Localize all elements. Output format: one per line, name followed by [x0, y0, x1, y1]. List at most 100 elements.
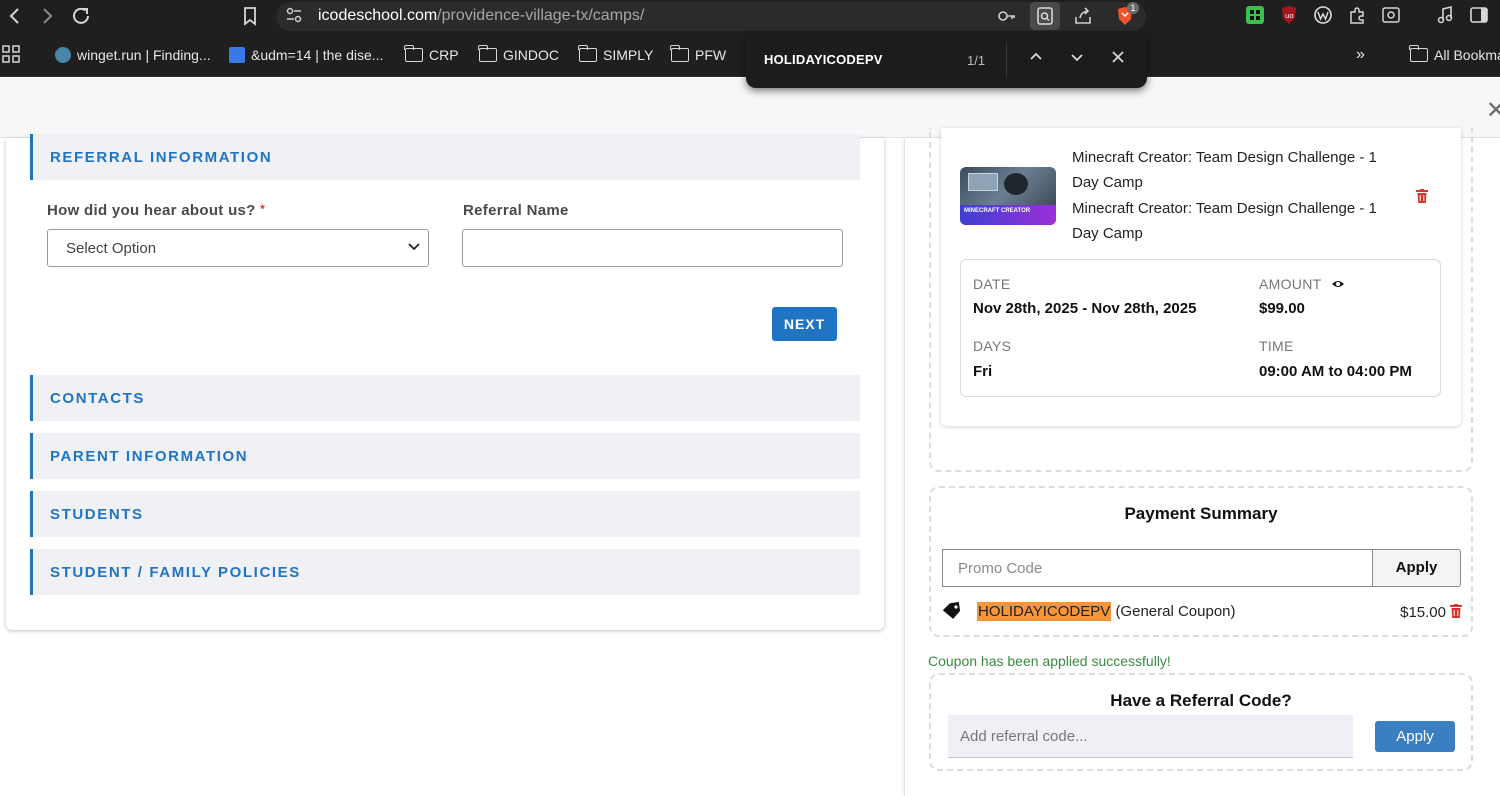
registration-form: REFERRAL INFORMATION How did you hear ab…: [6, 134, 884, 630]
chevron-down-icon: [408, 243, 420, 251]
cart-item: MINECRAFT CREATOR Minecraft Creator: Tea…: [941, 128, 1461, 426]
browser-toolbar: icodeschool.com/providence-village-tx/ca…: [0, 0, 1500, 33]
bookmark-label: GINDOC: [503, 47, 559, 63]
coupon-amount: $15.00: [1400, 604, 1446, 621]
referral-code-title: Have a Referral Code?: [1110, 691, 1292, 710]
payment-summary: Payment Summary Promo Code Apply HOLIDAY…: [929, 486, 1473, 637]
remove-coupon-icon[interactable]: [1450, 604, 1462, 618]
svg-text:uo: uo: [1285, 12, 1294, 20]
thumbnail-caption: MINECRAFT CREATOR: [964, 208, 1031, 214]
share-icon[interactable]: [1072, 5, 1094, 27]
coupon-success-message: Coupon has been applied successfully!: [928, 653, 1171, 669]
folder-icon: [404, 45, 423, 62]
site-settings-icon[interactable]: [283, 5, 305, 27]
close-icon[interactable]: ✕: [1486, 96, 1500, 125]
applied-coupon-row: HOLIDAYICODEPV (General Coupon) $15.00: [942, 601, 1464, 623]
bookmark-label: SIMPLY: [603, 47, 654, 63]
coupon-type: (General Coupon): [1115, 603, 1236, 620]
time-value: 09:00 AM to 04:00 PM: [1259, 363, 1412, 380]
section-students[interactable]: STUDENTS: [30, 491, 860, 537]
reload-icon[interactable]: [69, 4, 93, 28]
referral-name-input[interactable]: [462, 229, 843, 267]
section-student-family-policies[interactable]: STUDENT / FAMILY POLICIES: [30, 549, 860, 595]
find-bar: HOLIDAYICODEPV 1/1: [746, 33, 1147, 88]
bookmark-folder-pfw[interactable]: PFW: [670, 45, 727, 65]
section-title: PARENT INFORMATION: [50, 448, 249, 465]
extensions-puzzle-icon[interactable]: [1346, 5, 1368, 27]
sidebar-toggle-icon[interactable]: [1468, 5, 1490, 27]
folder-icon: [1409, 45, 1428, 62]
find-close-icon[interactable]: [1107, 49, 1129, 71]
media-music-icon[interactable]: [1434, 5, 1456, 27]
section-title: STUDENT / FAMILY POLICIES: [50, 564, 301, 581]
item-title: Minecraft Creator: Team Design Challenge…: [1072, 149, 1377, 191]
amount-label-text: AMOUNT: [1259, 276, 1322, 292]
bookmark-label: &udm=14 | the dise...: [251, 47, 384, 63]
udm-favicon-icon: [229, 47, 245, 63]
referral-code-box: Have a Referral Code? Add referral code.…: [929, 673, 1473, 771]
bookmark-page-icon[interactable]: [238, 4, 262, 28]
bookmark-label: All Bookma: [1434, 47, 1500, 63]
eye-icon[interactable]: [1331, 279, 1345, 289]
brave-shield-icon[interactable]: 1: [1114, 2, 1139, 27]
select-value: Select Option: [66, 240, 157, 257]
promo-code-input[interactable]: Promo Code: [942, 549, 1372, 587]
referral-code-input[interactable]: Add referral code...: [948, 715, 1353, 758]
bookmark-label: PFW: [695, 47, 727, 63]
referral-placeholder: Add referral code...: [960, 728, 1088, 745]
bookmark-folder-simply[interactable]: SIMPLY: [578, 45, 654, 65]
bookmark-udm[interactable]: &udm=14 | the dise...: [229, 45, 383, 65]
section-referral-information[interactable]: REFERRAL INFORMATION: [30, 134, 860, 180]
overflow-chevron-icon: »: [1356, 46, 1365, 63]
section-title: REFERRAL INFORMATION: [50, 149, 273, 166]
key-icon[interactable]: [996, 5, 1018, 27]
ublock-icon[interactable]: uo: [1278, 5, 1300, 27]
item-details: DATE Nov 28th, 2025 - Nov 28th, 2025 AMO…: [960, 259, 1441, 397]
bookmarks-overflow-button[interactable]: »: [1356, 45, 1365, 65]
time-label: TIME: [1259, 338, 1294, 354]
item-subtitle: Minecraft Creator: Team Design Challenge…: [1072, 200, 1377, 242]
bookmark-winget[interactable]: winget.run | Finding...: [55, 45, 211, 65]
hear-about-us-text: How did you hear about us?: [47, 202, 256, 219]
tag-icon: [942, 602, 961, 619]
bookmark-folder-gindoc[interactable]: GINDOC: [478, 45, 559, 65]
url-path: /providence-village-tx/camps/: [437, 7, 645, 24]
days-value: Fri: [973, 363, 993, 380]
folder-icon: [478, 45, 497, 62]
promo-placeholder: Promo Code: [958, 560, 1043, 577]
section-title: CONTACTS: [50, 390, 146, 407]
find-previous-icon[interactable]: [1025, 49, 1047, 71]
find-input[interactable]: HOLIDAYICODEPV: [764, 52, 883, 67]
folder-icon: [670, 45, 689, 62]
hear-about-us-select[interactable]: Select Option: [47, 229, 429, 267]
referral-name-label: Referral Name: [463, 202, 569, 219]
payment-summary-title: Payment Summary: [1124, 504, 1278, 523]
section-contacts[interactable]: CONTACTS: [30, 375, 860, 421]
find-in-page-icon[interactable]: [1030, 2, 1060, 30]
delete-item-icon[interactable]: [1416, 189, 1428, 203]
bookmark-label: CRP: [429, 47, 459, 63]
bookmark-folder-crp[interactable]: CRP: [404, 45, 459, 65]
folder-icon: [578, 45, 597, 62]
bookmark-label: winget.run | Finding...: [77, 47, 211, 63]
extension-green-icon[interactable]: [1244, 5, 1266, 27]
promo-apply-button[interactable]: Apply: [1372, 549, 1461, 587]
next-button[interactable]: NEXT: [772, 307, 837, 341]
forward-icon[interactable]: [35, 4, 59, 28]
url-text[interactable]: icodeschool.com/providence-village-tx/ca…: [318, 7, 644, 25]
find-next-icon[interactable]: [1066, 49, 1088, 71]
winget-favicon-icon: [55, 47, 71, 63]
section-parent-information[interactable]: PARENT INFORMATION: [30, 433, 860, 479]
all-bookmarks-button[interactable]: All Bookma: [1409, 45, 1500, 65]
apps-grid-icon[interactable]: [1, 44, 21, 64]
days-label: DAYS: [973, 338, 1012, 354]
coupon-text: HOLIDAYICODEPV (General Coupon): [977, 602, 1236, 621]
amount-value: $99.00: [1259, 300, 1305, 317]
referral-apply-button[interactable]: Apply: [1375, 721, 1455, 752]
page-search-icon[interactable]: [1380, 5, 1402, 27]
back-icon[interactable]: [3, 4, 27, 28]
coupon-code: HOLIDAYICODEPV: [977, 602, 1112, 621]
wikiwand-icon[interactable]: [1312, 5, 1334, 27]
shield-badge: 1: [1127, 2, 1139, 14]
cart-item-container: MINECRAFT CREATOR Minecraft Creator: Tea…: [929, 128, 1473, 472]
